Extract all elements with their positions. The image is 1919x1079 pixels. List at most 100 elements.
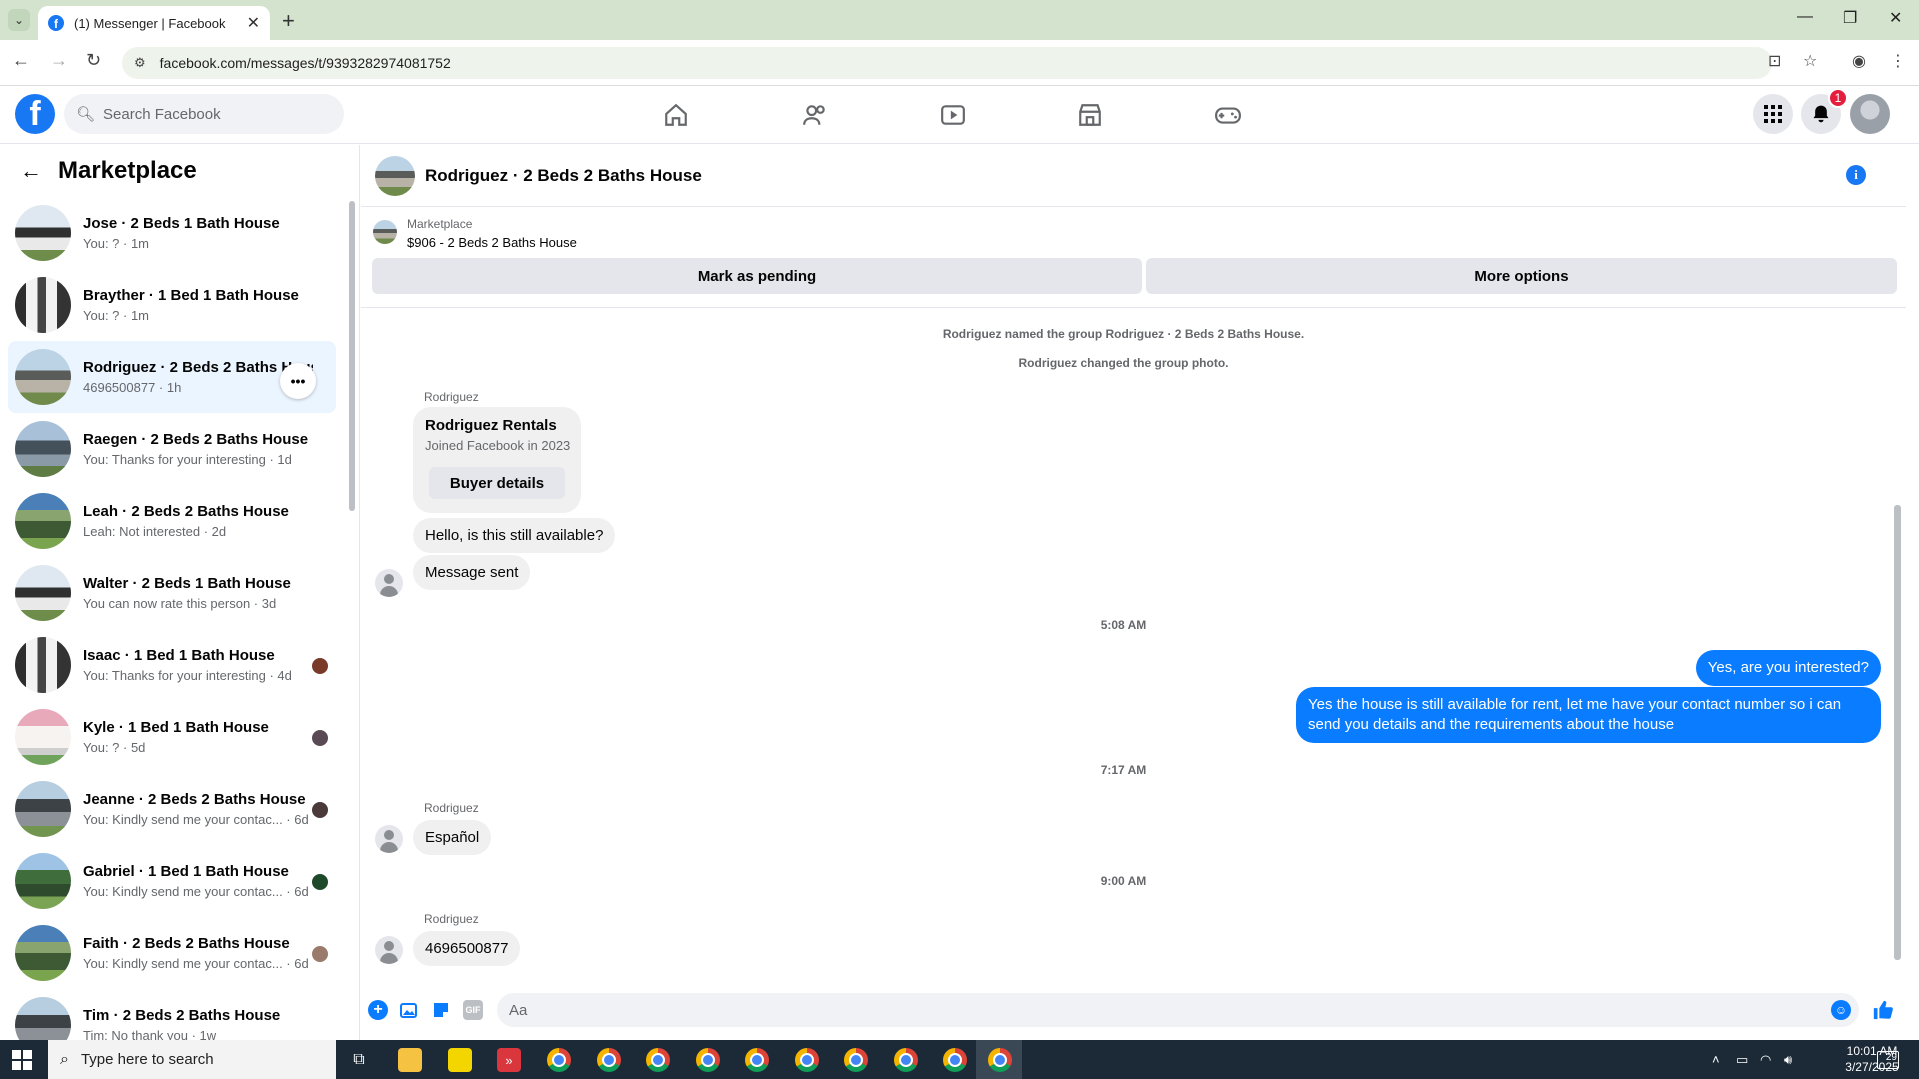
sidebar-scrollbar[interactable] <box>349 201 355 511</box>
chrome-taskbar-icon[interactable] <box>943 1048 967 1072</box>
menu-grid-icon[interactable] <box>1753 94 1793 134</box>
address-bar[interactable]: ⚙ facebook.com/messages/t/93932829740817… <box>122 47 1772 79</box>
marketplace-sidebar: ← Marketplace Jose · 2 Beds 1 Bath House… <box>0 145 360 1053</box>
chat-avatar[interactable] <box>375 155 415 196</box>
conversation-item[interactable]: Gabriel · 1 Bed 1 Bath House You: Kindly … <box>8 845 336 917</box>
network-icon[interactable]: ◠ <box>1760 1052 1771 1068</box>
facebook-logo-icon[interactable]: f <box>15 94 55 134</box>
message-bubble-incoming[interactable]: Message sent <box>413 555 531 590</box>
message-bubble-incoming[interactable]: Hello, is this still available? <box>413 518 616 553</box>
meet-now-icon[interactable]: ▭ <box>1736 1052 1748 1068</box>
conversation-item[interactable]: Rodriguez · 2 Beds 2 Baths House 46965008… <box>8 341 336 413</box>
browser-tab-bar: ⌄ f (1) Messenger | Facebook ✕ + — ❐ ✕ <box>0 0 1919 40</box>
file-explorer-icon[interactable] <box>398 1048 422 1072</box>
site-info-icon[interactable]: ⚙ <box>134 55 146 71</box>
chrome-taskbar-icon[interactable] <box>988 1048 1012 1072</box>
back-arrow-icon[interactable]: ← <box>20 158 42 184</box>
conversation-item[interactable]: Kyle · 1 Bed 1 Bath House You: ? · 5d <box>8 701 336 773</box>
message-input[interactable] <box>509 1001 1789 1019</box>
message-bubble-incoming[interactable]: 4696500877 <box>413 931 521 966</box>
install-app-icon[interactable]: ⊡ <box>1768 51 1781 71</box>
chrome-taskbar-icon[interactable] <box>745 1048 769 1072</box>
chrome-taskbar-icon[interactable] <box>844 1048 868 1072</box>
new-tab-icon[interactable]: + <box>282 8 295 34</box>
thumbs-up-icon[interactable] <box>1871 1000 1895 1020</box>
close-window-icon[interactable]: ✕ <box>1889 8 1902 28</box>
close-tab-icon[interactable]: ✕ <box>247 13 260 33</box>
chat-panel: Rodriguez · 2 Beds 2 Baths House i Marke… <box>361 145 1906 1040</box>
bookmark-star-icon[interactable]: ☆ <box>1803 51 1817 71</box>
chat-title[interactable]: Rodriguez · 2 Beds 2 Baths House <box>425 166 702 186</box>
minimize-icon[interactable]: — <box>1797 8 1813 26</box>
home-icon[interactable] <box>659 98 693 132</box>
notification-center-icon[interactable]: 29 <box>1877 1051 1899 1069</box>
taskbar-search-input[interactable] <box>80 1051 321 1068</box>
message-input-field[interactable]: ☺ <box>497 993 1859 1027</box>
sticker-icon[interactable] <box>431 1000 451 1020</box>
restore-icon[interactable]: ❐ <box>1843 8 1857 28</box>
message-bubble-incoming[interactable]: Español <box>413 820 492 855</box>
gif-icon[interactable]: GIF <box>463 1000 483 1020</box>
message-bubble-outgoing[interactable]: Yes, are you interested? <box>1695 650 1881 686</box>
chat-scrollbar[interactable] <box>1894 505 1901 960</box>
back-icon[interactable]: ← <box>12 50 30 71</box>
mark-as-pending-button[interactable]: Mark as pending <box>372 258 1142 294</box>
reload-icon[interactable]: ↻ <box>86 50 101 71</box>
plus-icon[interactable]: + <box>368 1000 388 1020</box>
browser-tab[interactable]: f (1) Messenger | Facebook ✕ <box>38 6 270 40</box>
video-icon[interactable] <box>936 98 970 132</box>
message-bubble-outgoing[interactable]: Yes the house is still available for ren… <box>1296 687 1881 743</box>
chrome-taskbar-icon[interactable] <box>547 1048 571 1072</box>
conversation-thumbnail <box>15 421 71 477</box>
info-icon[interactable]: i <box>1846 165 1866 185</box>
conversation-item[interactable]: Jeanne · 2 Beds 2 Baths House You: Kindly… <box>8 773 336 845</box>
account-avatar[interactable] <box>1850 94 1890 134</box>
listing-thumbnail[interactable] <box>373 220 397 244</box>
conversation-item[interactable]: Jose · 2 Beds 1 Bath House You: ? · 1m <box>8 197 336 269</box>
sender-avatar[interactable] <box>375 825 403 853</box>
friends-icon[interactable] <box>798 98 832 132</box>
buyer-details-button[interactable]: Buyer details <box>429 467 565 499</box>
chrome-taskbar-icon[interactable] <box>646 1048 670 1072</box>
photo-icon[interactable] <box>399 1000 419 1020</box>
conversation-name: Isaac · 1 Bed 1 Bath House <box>83 647 275 664</box>
search-input[interactable] <box>103 105 324 123</box>
conversation-item[interactable]: Faith · 2 Beds 2 Baths House You: Kindly … <box>8 917 336 989</box>
more-options-icon[interactable]: ••• <box>280 363 316 399</box>
tab-search-dropdown-icon[interactable]: ⌄ <box>8 9 30 31</box>
show-hidden-icons-icon[interactable]: ˄ <box>1712 1052 1720 1067</box>
marketplace-listing-bar: Marketplace $906 - 2 Beds 2 Baths House … <box>361 208 1906 308</box>
conversation-item[interactable]: Leah · 2 Beds 2 Baths House Leah: Not int… <box>8 485 336 557</box>
chrome-taskbar-icon[interactable] <box>597 1048 621 1072</box>
app-icon[interactable]: » <box>497 1048 521 1072</box>
chrome-taskbar-icon[interactable] <box>795 1048 819 1072</box>
conversation-item[interactable]: Brayther · 1 Bed 1 Bath House You: ? · 1m <box>8 269 336 341</box>
conversation-item[interactable]: Walter · 2 Beds 1 Bath House You can now … <box>8 557 336 629</box>
more-options-button[interactable]: More options <box>1146 258 1897 294</box>
system-message: Rodriguez named the group Rodriguez · 2 … <box>942 327 1305 341</box>
forward-icon[interactable]: → <box>50 50 68 71</box>
chrome-taskbar-icon[interactable] <box>696 1048 720 1072</box>
emoji-icon[interactable]: ☺ <box>1831 1000 1851 1020</box>
conversation-name: Tim · 2 Beds 2 Baths House <box>83 1007 281 1024</box>
gaming-icon[interactable] <box>1211 98 1245 132</box>
conversation-item[interactable]: Raegen · 2 Beds 2 Baths House You: Thanks… <box>8 413 336 485</box>
chrome-taskbar-icon[interactable] <box>894 1048 918 1072</box>
profile-icon[interactable]: ◉ <box>1852 51 1866 71</box>
conversation-thumbnail <box>15 853 71 909</box>
sticky-notes-icon[interactable] <box>448 1048 472 1072</box>
facebook-search[interactable]: 🔍︎ <box>64 94 344 134</box>
marketplace-icon[interactable] <box>1073 98 1107 132</box>
sender-avatar[interactable] <box>375 936 403 964</box>
listing-title[interactable]: $906 - 2 Beds 2 Baths House <box>407 235 577 250</box>
windows-taskbar: ⌕ ⧉ » ˄ ▭ ◠ 🔊︎ 10:01 AM 3/27/2025 29 <box>0 1040 1919 1079</box>
volume-icon[interactable]: 🔊︎ <box>1784 1052 1792 1068</box>
sender-avatar[interactable] <box>375 569 403 597</box>
windows-start-icon[interactable] <box>12 1050 32 1070</box>
conversation-list: Jose · 2 Beds 1 Bath House You: ? · 1m Bra… <box>8 197 336 1061</box>
sender-name: Rodriguez <box>424 390 479 404</box>
taskbar-search[interactable]: ⌕ <box>48 1040 336 1079</box>
task-view-icon[interactable]: ⧉ <box>347 1048 371 1072</box>
conversation-item[interactable]: Isaac · 1 Bed 1 Bath House You: Thanks fo… <box>8 629 336 701</box>
menu-kebab-icon[interactable]: ⋮ <box>1890 51 1906 71</box>
